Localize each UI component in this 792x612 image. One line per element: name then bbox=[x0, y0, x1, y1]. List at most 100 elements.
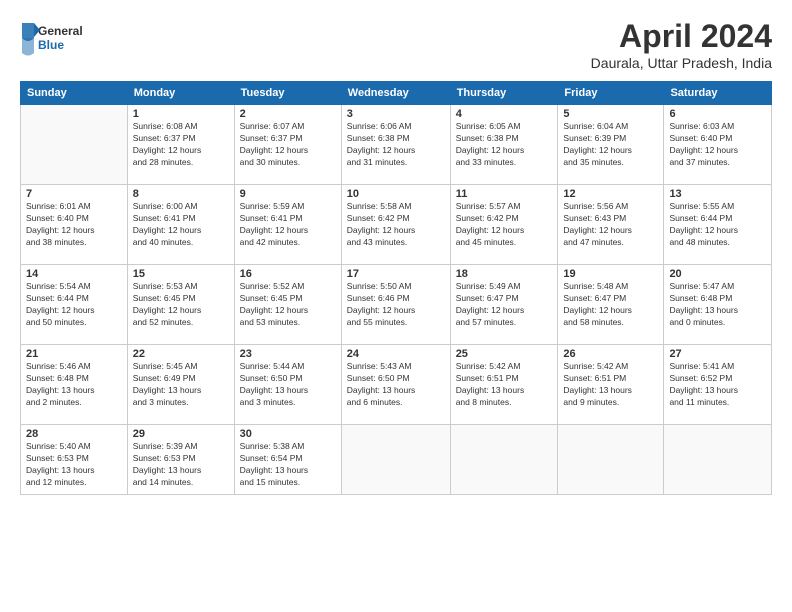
table-row: 28Sunrise: 5:40 AMSunset: 6:53 PMDayligh… bbox=[21, 425, 128, 495]
day-number: 25 bbox=[456, 348, 553, 360]
table-row: 21Sunrise: 5:46 AMSunset: 6:48 PMDayligh… bbox=[21, 345, 128, 425]
table-row: 24Sunrise: 5:43 AMSunset: 6:50 PMDayligh… bbox=[341, 345, 450, 425]
table-row: 10Sunrise: 5:58 AMSunset: 6:42 PMDayligh… bbox=[341, 185, 450, 265]
day-number: 5 bbox=[563, 108, 658, 120]
day-info: Sunrise: 5:49 AMSunset: 6:47 PMDaylight:… bbox=[456, 281, 553, 329]
table-row: 22Sunrise: 5:45 AMSunset: 6:49 PMDayligh… bbox=[127, 345, 234, 425]
day-info: Sunrise: 5:46 AMSunset: 6:48 PMDaylight:… bbox=[26, 361, 122, 409]
day-info: Sunrise: 5:58 AMSunset: 6:42 PMDaylight:… bbox=[347, 201, 445, 249]
table-row: 27Sunrise: 5:41 AMSunset: 6:52 PMDayligh… bbox=[664, 345, 772, 425]
table-row: 11Sunrise: 5:57 AMSunset: 6:42 PMDayligh… bbox=[450, 185, 558, 265]
day-number: 15 bbox=[133, 268, 229, 280]
table-row: 23Sunrise: 5:44 AMSunset: 6:50 PMDayligh… bbox=[234, 345, 341, 425]
day-info: Sunrise: 5:44 AMSunset: 6:50 PMDaylight:… bbox=[240, 361, 336, 409]
table-row: 15Sunrise: 5:53 AMSunset: 6:45 PMDayligh… bbox=[127, 265, 234, 345]
calendar-header-row: Sunday Monday Tuesday Wednesday Thursday… bbox=[21, 82, 772, 105]
day-number: 10 bbox=[347, 188, 445, 200]
day-info: Sunrise: 6:06 AMSunset: 6:38 PMDaylight:… bbox=[347, 121, 445, 169]
table-row bbox=[558, 425, 664, 495]
table-row: 9Sunrise: 5:59 AMSunset: 6:41 PMDaylight… bbox=[234, 185, 341, 265]
title-section: April 2024 Daurala, Uttar Pradesh, India bbox=[591, 18, 772, 71]
table-row: 30Sunrise: 5:38 AMSunset: 6:54 PMDayligh… bbox=[234, 425, 341, 495]
day-number: 6 bbox=[669, 108, 766, 120]
svg-text:Blue: Blue bbox=[38, 38, 64, 52]
day-number: 19 bbox=[563, 268, 658, 280]
table-row bbox=[341, 425, 450, 495]
day-info: Sunrise: 6:00 AMSunset: 6:41 PMDaylight:… bbox=[133, 201, 229, 249]
day-info: Sunrise: 5:47 AMSunset: 6:48 PMDaylight:… bbox=[669, 281, 766, 329]
header-tuesday: Tuesday bbox=[234, 82, 341, 105]
calendar-week-row: 7Sunrise: 6:01 AMSunset: 6:40 PMDaylight… bbox=[21, 185, 772, 265]
table-row: 17Sunrise: 5:50 AMSunset: 6:46 PMDayligh… bbox=[341, 265, 450, 345]
table-row: 20Sunrise: 5:47 AMSunset: 6:48 PMDayligh… bbox=[664, 265, 772, 345]
table-row: 18Sunrise: 5:49 AMSunset: 6:47 PMDayligh… bbox=[450, 265, 558, 345]
calendar-week-row: 28Sunrise: 5:40 AMSunset: 6:53 PMDayligh… bbox=[21, 425, 772, 495]
day-number: 3 bbox=[347, 108, 445, 120]
day-info: Sunrise: 5:42 AMSunset: 6:51 PMDaylight:… bbox=[563, 361, 658, 409]
day-number: 28 bbox=[26, 428, 122, 440]
day-number: 17 bbox=[347, 268, 445, 280]
table-row: 25Sunrise: 5:42 AMSunset: 6:51 PMDayligh… bbox=[450, 345, 558, 425]
day-number: 7 bbox=[26, 188, 122, 200]
header-wednesday: Wednesday bbox=[341, 82, 450, 105]
header: General Blue April 2024 Daurala, Uttar P… bbox=[20, 18, 772, 71]
day-info: Sunrise: 5:42 AMSunset: 6:51 PMDaylight:… bbox=[456, 361, 553, 409]
table-row: 29Sunrise: 5:39 AMSunset: 6:53 PMDayligh… bbox=[127, 425, 234, 495]
table-row: 26Sunrise: 5:42 AMSunset: 6:51 PMDayligh… bbox=[558, 345, 664, 425]
day-number: 23 bbox=[240, 348, 336, 360]
day-number: 12 bbox=[563, 188, 658, 200]
day-info: Sunrise: 5:54 AMSunset: 6:44 PMDaylight:… bbox=[26, 281, 122, 329]
day-info: Sunrise: 5:55 AMSunset: 6:44 PMDaylight:… bbox=[669, 201, 766, 249]
day-number: 1 bbox=[133, 108, 229, 120]
table-row: 6Sunrise: 6:03 AMSunset: 6:40 PMDaylight… bbox=[664, 105, 772, 185]
table-row bbox=[450, 425, 558, 495]
day-info: Sunrise: 6:07 AMSunset: 6:37 PMDaylight:… bbox=[240, 121, 336, 169]
calendar-week-row: 1Sunrise: 6:08 AMSunset: 6:37 PMDaylight… bbox=[21, 105, 772, 185]
table-row bbox=[21, 105, 128, 185]
day-info: Sunrise: 6:04 AMSunset: 6:39 PMDaylight:… bbox=[563, 121, 658, 169]
day-info: Sunrise: 5:56 AMSunset: 6:43 PMDaylight:… bbox=[563, 201, 658, 249]
day-number: 18 bbox=[456, 268, 553, 280]
calendar-week-row: 14Sunrise: 5:54 AMSunset: 6:44 PMDayligh… bbox=[21, 265, 772, 345]
calendar-table: Sunday Monday Tuesday Wednesday Thursday… bbox=[20, 81, 772, 495]
day-number: 26 bbox=[563, 348, 658, 360]
logo: General Blue bbox=[20, 18, 110, 58]
day-info: Sunrise: 5:48 AMSunset: 6:47 PMDaylight:… bbox=[563, 281, 658, 329]
day-number: 13 bbox=[669, 188, 766, 200]
day-info: Sunrise: 5:41 AMSunset: 6:52 PMDaylight:… bbox=[669, 361, 766, 409]
page: General Blue April 2024 Daurala, Uttar P… bbox=[0, 0, 792, 612]
table-row: 3Sunrise: 6:06 AMSunset: 6:38 PMDaylight… bbox=[341, 105, 450, 185]
day-number: 16 bbox=[240, 268, 336, 280]
day-info: Sunrise: 5:53 AMSunset: 6:45 PMDaylight:… bbox=[133, 281, 229, 329]
calendar-week-row: 21Sunrise: 5:46 AMSunset: 6:48 PMDayligh… bbox=[21, 345, 772, 425]
logo-svg: General Blue bbox=[20, 18, 110, 58]
day-number: 29 bbox=[133, 428, 229, 440]
day-number: 4 bbox=[456, 108, 553, 120]
header-thursday: Thursday bbox=[450, 82, 558, 105]
day-number: 27 bbox=[669, 348, 766, 360]
table-row: 13Sunrise: 5:55 AMSunset: 6:44 PMDayligh… bbox=[664, 185, 772, 265]
day-number: 11 bbox=[456, 188, 553, 200]
header-saturday: Saturday bbox=[664, 82, 772, 105]
table-row: 1Sunrise: 6:08 AMSunset: 6:37 PMDaylight… bbox=[127, 105, 234, 185]
svg-text:General: General bbox=[38, 24, 83, 38]
day-info: Sunrise: 6:03 AMSunset: 6:40 PMDaylight:… bbox=[669, 121, 766, 169]
header-friday: Friday bbox=[558, 82, 664, 105]
table-row: 16Sunrise: 5:52 AMSunset: 6:45 PMDayligh… bbox=[234, 265, 341, 345]
table-row: 2Sunrise: 6:07 AMSunset: 6:37 PMDaylight… bbox=[234, 105, 341, 185]
day-info: Sunrise: 5:38 AMSunset: 6:54 PMDaylight:… bbox=[240, 441, 336, 489]
header-monday: Monday bbox=[127, 82, 234, 105]
day-info: Sunrise: 6:05 AMSunset: 6:38 PMDaylight:… bbox=[456, 121, 553, 169]
day-number: 22 bbox=[133, 348, 229, 360]
day-number: 2 bbox=[240, 108, 336, 120]
day-info: Sunrise: 5:45 AMSunset: 6:49 PMDaylight:… bbox=[133, 361, 229, 409]
day-info: Sunrise: 5:52 AMSunset: 6:45 PMDaylight:… bbox=[240, 281, 336, 329]
day-number: 9 bbox=[240, 188, 336, 200]
day-info: Sunrise: 5:39 AMSunset: 6:53 PMDaylight:… bbox=[133, 441, 229, 489]
table-row: 12Sunrise: 5:56 AMSunset: 6:43 PMDayligh… bbox=[558, 185, 664, 265]
table-row: 19Sunrise: 5:48 AMSunset: 6:47 PMDayligh… bbox=[558, 265, 664, 345]
day-info: Sunrise: 5:50 AMSunset: 6:46 PMDaylight:… bbox=[347, 281, 445, 329]
table-row: 7Sunrise: 6:01 AMSunset: 6:40 PMDaylight… bbox=[21, 185, 128, 265]
header-sunday: Sunday bbox=[21, 82, 128, 105]
day-info: Sunrise: 5:57 AMSunset: 6:42 PMDaylight:… bbox=[456, 201, 553, 249]
